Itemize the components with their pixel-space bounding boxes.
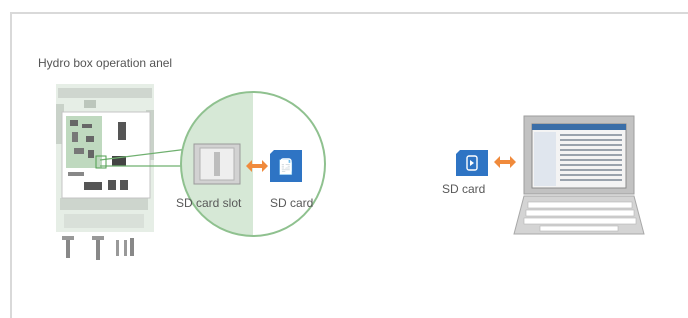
sd-card-icon-right [456, 150, 488, 176]
transfer-arrow-icon-right [494, 156, 516, 168]
sd-card-label-right: SD card [442, 182, 486, 196]
diagram-canvas: 📄 [56, 84, 645, 260]
sd-card-slot-icon [193, 143, 241, 185]
hydro-box-unit [56, 84, 154, 260]
sd-card-label: SD card [270, 196, 314, 210]
sd-card-slot-label: SD card slot [176, 196, 242, 210]
laptop-icon [513, 115, 645, 235]
sd-card-icon: 📄 [270, 150, 302, 182]
